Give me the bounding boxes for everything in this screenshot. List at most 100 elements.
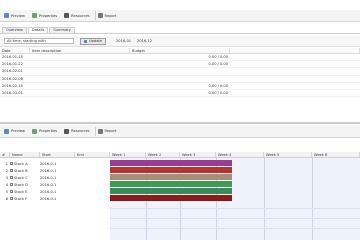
lower-resources-button[interactable]: Resources — [62, 127, 91, 136]
col-header-budget[interactable]: Budget — [130, 48, 230, 53]
row-name: Stock F — [14, 196, 28, 201]
properties-icon — [32, 128, 37, 134]
table-row[interactable]: 2016-01-22 0.00 / 0.00 — [0, 61, 360, 69]
col-header-description[interactable]: Item description — [30, 48, 130, 53]
range-start: 2016-01 — [116, 39, 132, 43]
panel-divider[interactable] — [0, 122, 360, 124]
tab-details[interactable]: Details — [27, 27, 49, 33]
update-icon — [84, 39, 87, 43]
gantt-row-label[interactable]: 3 Stock C 2016-0-1 — [0, 174, 110, 181]
row-checkbox[interactable] — [10, 176, 13, 179]
col-header-week-4[interactable]: Week 4 — [216, 152, 264, 157]
row-number: 1 — [5, 161, 8, 166]
row-checkbox[interactable] — [10, 190, 13, 193]
gantt-bar[interactable] — [110, 188, 232, 194]
row-number: 3 — [5, 175, 8, 180]
gantt-row-label[interactable]: 4 Stock D 2016-0-1 — [0, 181, 110, 188]
report-icon — [97, 128, 103, 134]
lower-properties-button[interactable]: Properties — [30, 127, 59, 136]
row-name: Stock D — [14, 182, 28, 187]
row-description — [30, 61, 130, 67]
gantt-bar[interactable] — [110, 167, 232, 173]
table-row[interactable]: 2016-02-15 0.00 / 0.00 — [0, 83, 360, 90]
col-header-end[interactable]: End — [75, 152, 110, 157]
col-header-date[interactable]: Date — [0, 48, 30, 53]
tab-overview[interactable]: Overview — [2, 27, 27, 33]
lower-preview-button[interactable]: Preview — [2, 127, 27, 136]
row-number: 5 — [5, 189, 8, 194]
row-id: 2016-0-1 — [40, 182, 57, 187]
row-value: 0.00 / 0.00 — [208, 90, 229, 95]
grid-hline — [110, 228, 360, 229]
gantt-row-label[interactable]: 6 Stock F 2016-0-1 — [0, 195, 110, 202]
gantt-bar[interactable] — [110, 174, 232, 180]
row-id: 2016-0-1 — [40, 189, 57, 194]
col-header-week-5[interactable]: Week 5 — [264, 152, 312, 157]
lower-report-button[interactable]: Report — [94, 126, 119, 136]
toolbar-report-label: Report — [104, 13, 117, 18]
row-date: 2016-01-15 — [2, 55, 23, 59]
properties-icon — [32, 13, 37, 18]
gantt-row-label[interactable]: 5 Stock E 2016-0-1 — [0, 188, 110, 195]
row-name: Stock A — [14, 161, 28, 166]
gantt-bar[interactable] — [110, 195, 232, 201]
range-end: 2016-12 — [137, 39, 153, 43]
toolbar-properties-label: Properties — [39, 13, 58, 18]
col-header-start[interactable]: Start — [40, 152, 75, 157]
row-name: Stock E — [14, 189, 28, 194]
col-header-extra[interactable] — [230, 48, 360, 53]
row-checkbox[interactable] — [10, 197, 13, 200]
row-description — [30, 68, 130, 74]
toolbar-properties-button[interactable]: Properties — [30, 11, 59, 20]
table-row[interactable]: 2016-03-01 0.00 / 0.00 — [0, 90, 360, 98]
lower-toolbar: Preview Properties Resources Report — [0, 125, 360, 138]
grid-hline — [110, 208, 360, 209]
col-header-num[interactable]: # — [0, 152, 10, 157]
toolbar-report-button[interactable]: Report — [94, 11, 119, 20]
lower-properties-label: Properties — [39, 129, 58, 133]
col-header-name[interactable]: Name — [10, 152, 40, 157]
update-button-label: Update — [89, 38, 103, 43]
row-checkbox[interactable] — [10, 169, 13, 172]
col-header-week-6[interactable]: Week 6 — [312, 152, 360, 157]
row-id: 2016-0-1 — [40, 168, 57, 173]
row-date: 2016-02-08 — [2, 76, 23, 81]
row-name: Stock B — [14, 168, 28, 173]
row-value — [130, 76, 230, 82]
gantt-row-label[interactable]: 1 Stock A 2016-0-1 — [0, 160, 110, 167]
toolbar-resources-button[interactable]: Resources — [62, 11, 91, 20]
table-row[interactable]: 2016-02-01 — [0, 68, 360, 76]
upper-table: Date Item description Budget 2016-01-15 … — [0, 48, 360, 120]
col-header-week-1[interactable]: Week 1 — [110, 152, 146, 157]
main-toolbar: Preview Properties Resources Report — [0, 10, 360, 22]
scope-select[interactable]: All time, starting with — [4, 38, 74, 44]
col-header-week-3[interactable]: Week 3 — [180, 152, 216, 157]
app-window: Preview Properties Resources Report Over… — [0, 0, 360, 240]
row-checkbox[interactable] — [10, 183, 13, 186]
row-name: Stock C — [14, 175, 28, 180]
gantt-row-label[interactable]: 2 Stock B 2016-0-1 — [0, 167, 110, 174]
preview-icon — [4, 128, 9, 134]
tab-summary[interactable]: Summary — [49, 27, 75, 33]
resources-icon — [64, 13, 70, 18]
toolbar-resources-label: Resources — [71, 13, 90, 18]
row-checkbox[interactable] — [10, 162, 13, 165]
toolbar-preview-button[interactable]: Preview — [2, 11, 27, 20]
lower-preview-label: Preview — [11, 129, 25, 133]
row-value: 0.00 / 0.00 — [208, 83, 229, 88]
gantt-bar[interactable] — [110, 160, 232, 166]
table-row[interactable]: 2016-01-15 0.00 / 0.00 — [0, 54, 360, 62]
table-row[interactable]: 2016-02-08 — [0, 76, 360, 83]
row-value — [130, 68, 230, 74]
row-description — [30, 76, 130, 82]
row-description — [30, 90, 130, 96]
row-number: 6 — [5, 196, 8, 201]
gantt-bar[interactable] — [110, 181, 232, 187]
col-header-week-2[interactable]: Week 2 — [146, 152, 180, 157]
preview-icon — [4, 13, 9, 18]
resources-icon — [64, 128, 70, 134]
update-button[interactable]: Update — [80, 37, 107, 45]
row-date: 2016-01-22 — [2, 62, 23, 67]
row-description — [30, 83, 130, 89]
row-id: 2016-0-1 — [40, 175, 57, 180]
